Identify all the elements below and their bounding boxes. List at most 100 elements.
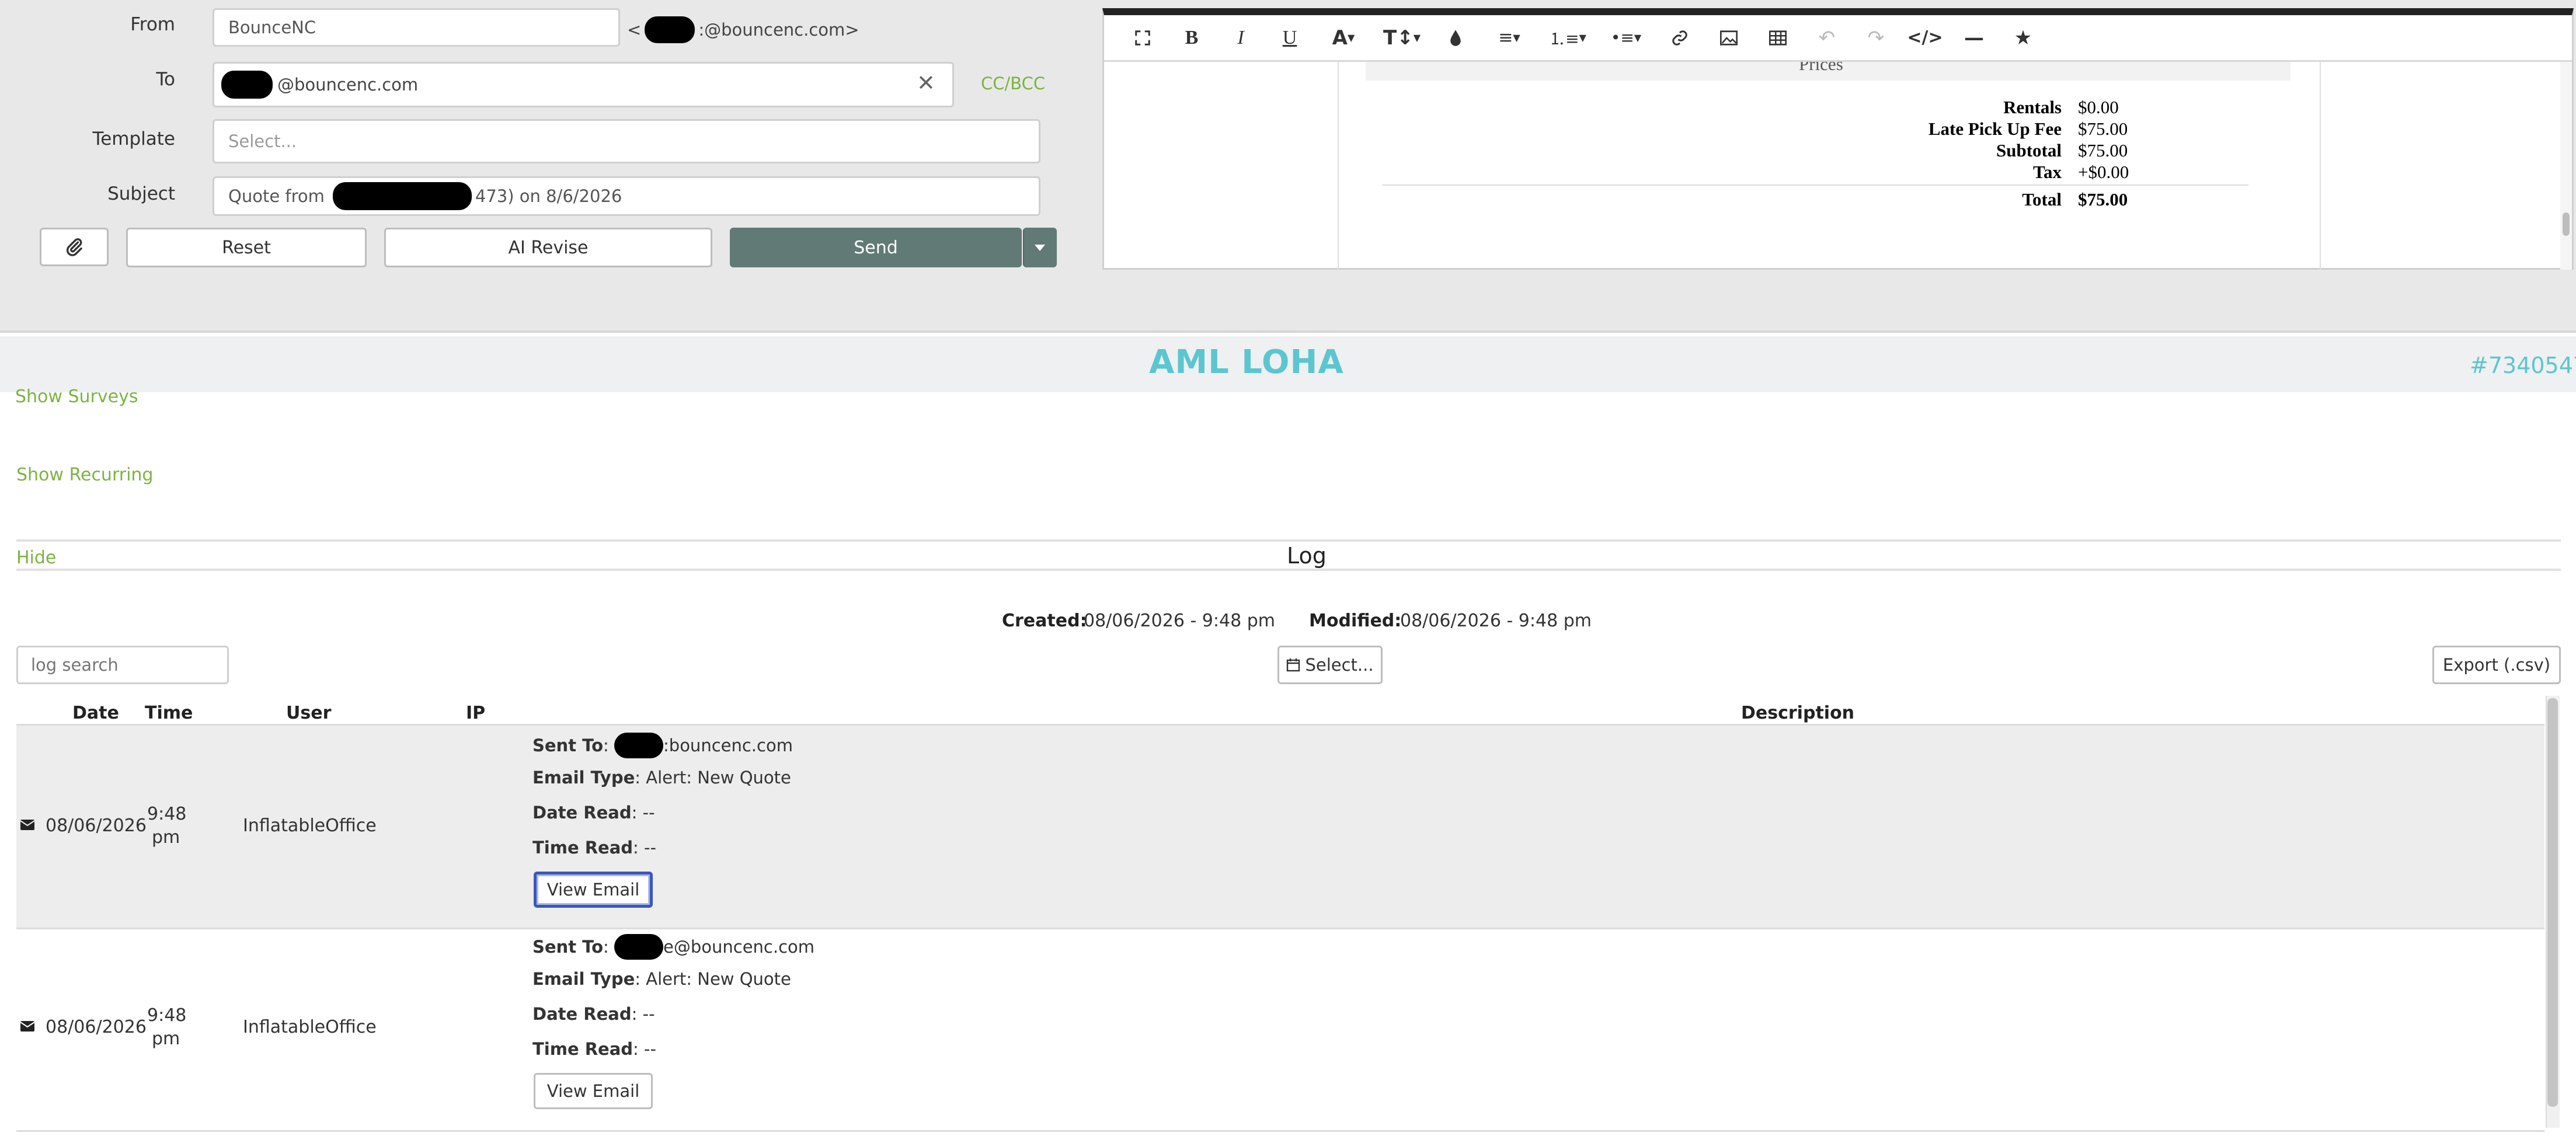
created-value: 08/06/2026 - 9:48 pm <box>1084 611 1275 631</box>
late-fee-value: $75.00 <box>2078 119 2128 139</box>
ai-revise-button[interactable]: AI Revise <box>384 228 712 267</box>
underline-icon[interactable]: U <box>1265 15 1314 61</box>
editor-toolbar: B I U A ▼ T↕ ▼ ≡ ▼ ⒈≡ ▼ •≡ ▼ ↶ ↷ </> — ★ <box>1104 15 2572 62</box>
modified-label: Modified: <box>1309 611 1402 631</box>
column-header-description: Description <box>1741 703 1855 723</box>
email-type-value: : Alert: New Quote <box>635 969 791 989</box>
send-options-dropdown[interactable] <box>1023 228 1057 267</box>
clear-icon[interactable]: ✕ <box>917 70 935 96</box>
envelope-icon <box>20 819 35 831</box>
modified-value: 08/06/2026 - 9:48 pm <box>1400 611 1592 631</box>
unordered-list-icon[interactable]: •≡ ▼ <box>1597 15 1655 61</box>
order-id: #73405473 <box>2470 353 2576 378</box>
star-icon[interactable]: ★ <box>1999 15 2048 61</box>
italic-icon[interactable]: I <box>1216 15 1265 61</box>
to-label: To <box>156 69 175 90</box>
bold-icon[interactable]: B <box>1167 15 1216 61</box>
log-search-input[interactable] <box>16 646 229 684</box>
page-title: AML LOHA <box>1149 343 1344 381</box>
attach-button[interactable] <box>40 228 109 266</box>
time-read-label: Time Read <box>532 1039 633 1059</box>
template-label: Template <box>92 128 175 149</box>
cc-bcc-link[interactable]: CC/BCC <box>981 74 1045 93</box>
view-email-button[interactable]: View Email <box>534 1073 653 1109</box>
redacted-block <box>614 733 664 758</box>
tax-value: +$0.00 <box>2078 162 2129 182</box>
redo-icon[interactable]: ↷ <box>1851 15 1900 61</box>
table-row: 08/06/2026 9:48 pm InflatableOffice Sent… <box>16 929 2544 1131</box>
editor-content[interactable]: Prices Rentals $0.00 Late Pick Up Fee $7… <box>1104 62 2572 270</box>
ordered-list-icon[interactable]: ⒈≡ ▼ <box>1538 15 1597 61</box>
editor-scrollbar[interactable] <box>2560 62 2572 270</box>
image-icon[interactable] <box>1704 15 1753 61</box>
editor-scrollbar-thumb[interactable] <box>2563 212 2570 236</box>
date-read-value: : -- <box>631 1004 655 1024</box>
subject-suffix: 473) on 8/6/2026 <box>475 186 622 206</box>
subtotal-value: $75.00 <box>2078 140 2128 161</box>
show-surveys-link[interactable]: Show Surveys <box>15 386 138 407</box>
send-button[interactable]: Send <box>730 228 1022 267</box>
paperclip-icon <box>66 238 82 256</box>
undo-icon[interactable]: ↶ <box>1802 15 1851 61</box>
subtotal-label: Subtotal <box>1996 140 2062 161</box>
horizontal-rule-icon[interactable]: — <box>1950 15 1999 61</box>
font-icon[interactable]: A ▼ <box>1314 15 1373 61</box>
color-drop-icon[interactable] <box>1431 15 1480 61</box>
email-type-line: Email Type: Alert: New Quote <box>532 768 791 787</box>
from-name-input[interactable]: BounceNC <box>213 8 620 47</box>
quote-header-bar: AML LOHA #73405473 <box>0 336 2576 392</box>
align-icon[interactable]: ≡ ▼ <box>1480 15 1538 61</box>
from-label: From <box>130 14 175 35</box>
date-select-label: Select... <box>1305 655 1374 675</box>
show-recurring-link[interactable]: Show Recurring <box>16 465 153 485</box>
link-icon[interactable] <box>1655 15 1704 61</box>
log-date: 08/06/2026 <box>46 816 147 836</box>
log-user: InflatableOffice <box>243 816 377 836</box>
from-email-prefix: < <box>627 20 642 40</box>
date-read-line: Date Read: -- <box>532 1004 655 1024</box>
table-icon[interactable] <box>1753 15 1802 61</box>
sent-to-label: Sent To <box>532 736 604 755</box>
rich-text-editor: B I U A▼ T↕▼ ≡▼ ⒈≡▼ •≡▼ ↶ ↷ </> — ★ <box>1102 8 2574 270</box>
redacted-block <box>614 934 664 960</box>
prices-header-row: Prices <box>1366 62 2290 81</box>
email-type-label: Email Type <box>532 969 635 989</box>
hide-link[interactable]: Hide <box>16 548 56 568</box>
view-email-button[interactable]: View Email <box>534 872 653 908</box>
total-value: $75.00 <box>2078 189 2128 210</box>
envelope-icon <box>20 1020 35 1032</box>
code-view-icon[interactable]: </> <box>1900 15 1950 61</box>
log-time: 9:48 <box>147 1005 187 1026</box>
subject-label: Subject <box>107 183 175 204</box>
column-header-date: Date <box>72 703 119 723</box>
time-read-value: : -- <box>633 1039 656 1059</box>
content-border-right <box>2320 62 2321 270</box>
time-read-line: Time Read: -- <box>532 1039 656 1059</box>
email-compose-panel: From BounceNC < :@bouncenc.com> To @boun… <box>0 0 2576 333</box>
sent-to-value: e@bouncenc.com <box>663 937 815 957</box>
sent-to-label: Sent To <box>532 937 604 957</box>
sent-to-line: Sent To: e@bouncenc.com <box>532 934 814 960</box>
date-read-label: Date Read <box>532 803 632 823</box>
redacted-block <box>645 16 695 43</box>
export-csv-button[interactable]: Export (.csv) <box>2432 646 2561 684</box>
subject-input[interactable]: Quote from 473) on 8/6/2026 <box>213 176 1040 216</box>
date-select-button[interactable]: Select... <box>1277 646 1383 684</box>
reset-button[interactable]: Reset <box>126 228 367 267</box>
column-header-time: Time <box>145 703 193 723</box>
subject-prefix: Quote from <box>228 186 325 206</box>
email-type-label: Email Type <box>532 768 635 787</box>
column-header-ip: IP <box>466 703 486 723</box>
total-label: Total <box>2022 189 2062 210</box>
divider <box>16 539 2561 542</box>
font-size-icon[interactable]: T↕ ▼ <box>1373 15 1431 61</box>
from-email-address: < :@bouncenc.com> <box>627 16 859 43</box>
sent-to-line: Sent To: :bouncenc.com <box>532 733 793 758</box>
template-select[interactable]: Select... <box>213 119 1040 163</box>
caret-down-icon <box>1034 244 1045 251</box>
email-type-value: : Alert: New Quote <box>635 768 791 787</box>
log-scrollbar-thumb[interactable] <box>2547 698 2558 1107</box>
fullscreen-icon[interactable] <box>1118 15 1167 61</box>
prices-label: Prices <box>1799 62 1843 74</box>
to-input[interactable]: @bouncenc.com <box>213 62 954 107</box>
